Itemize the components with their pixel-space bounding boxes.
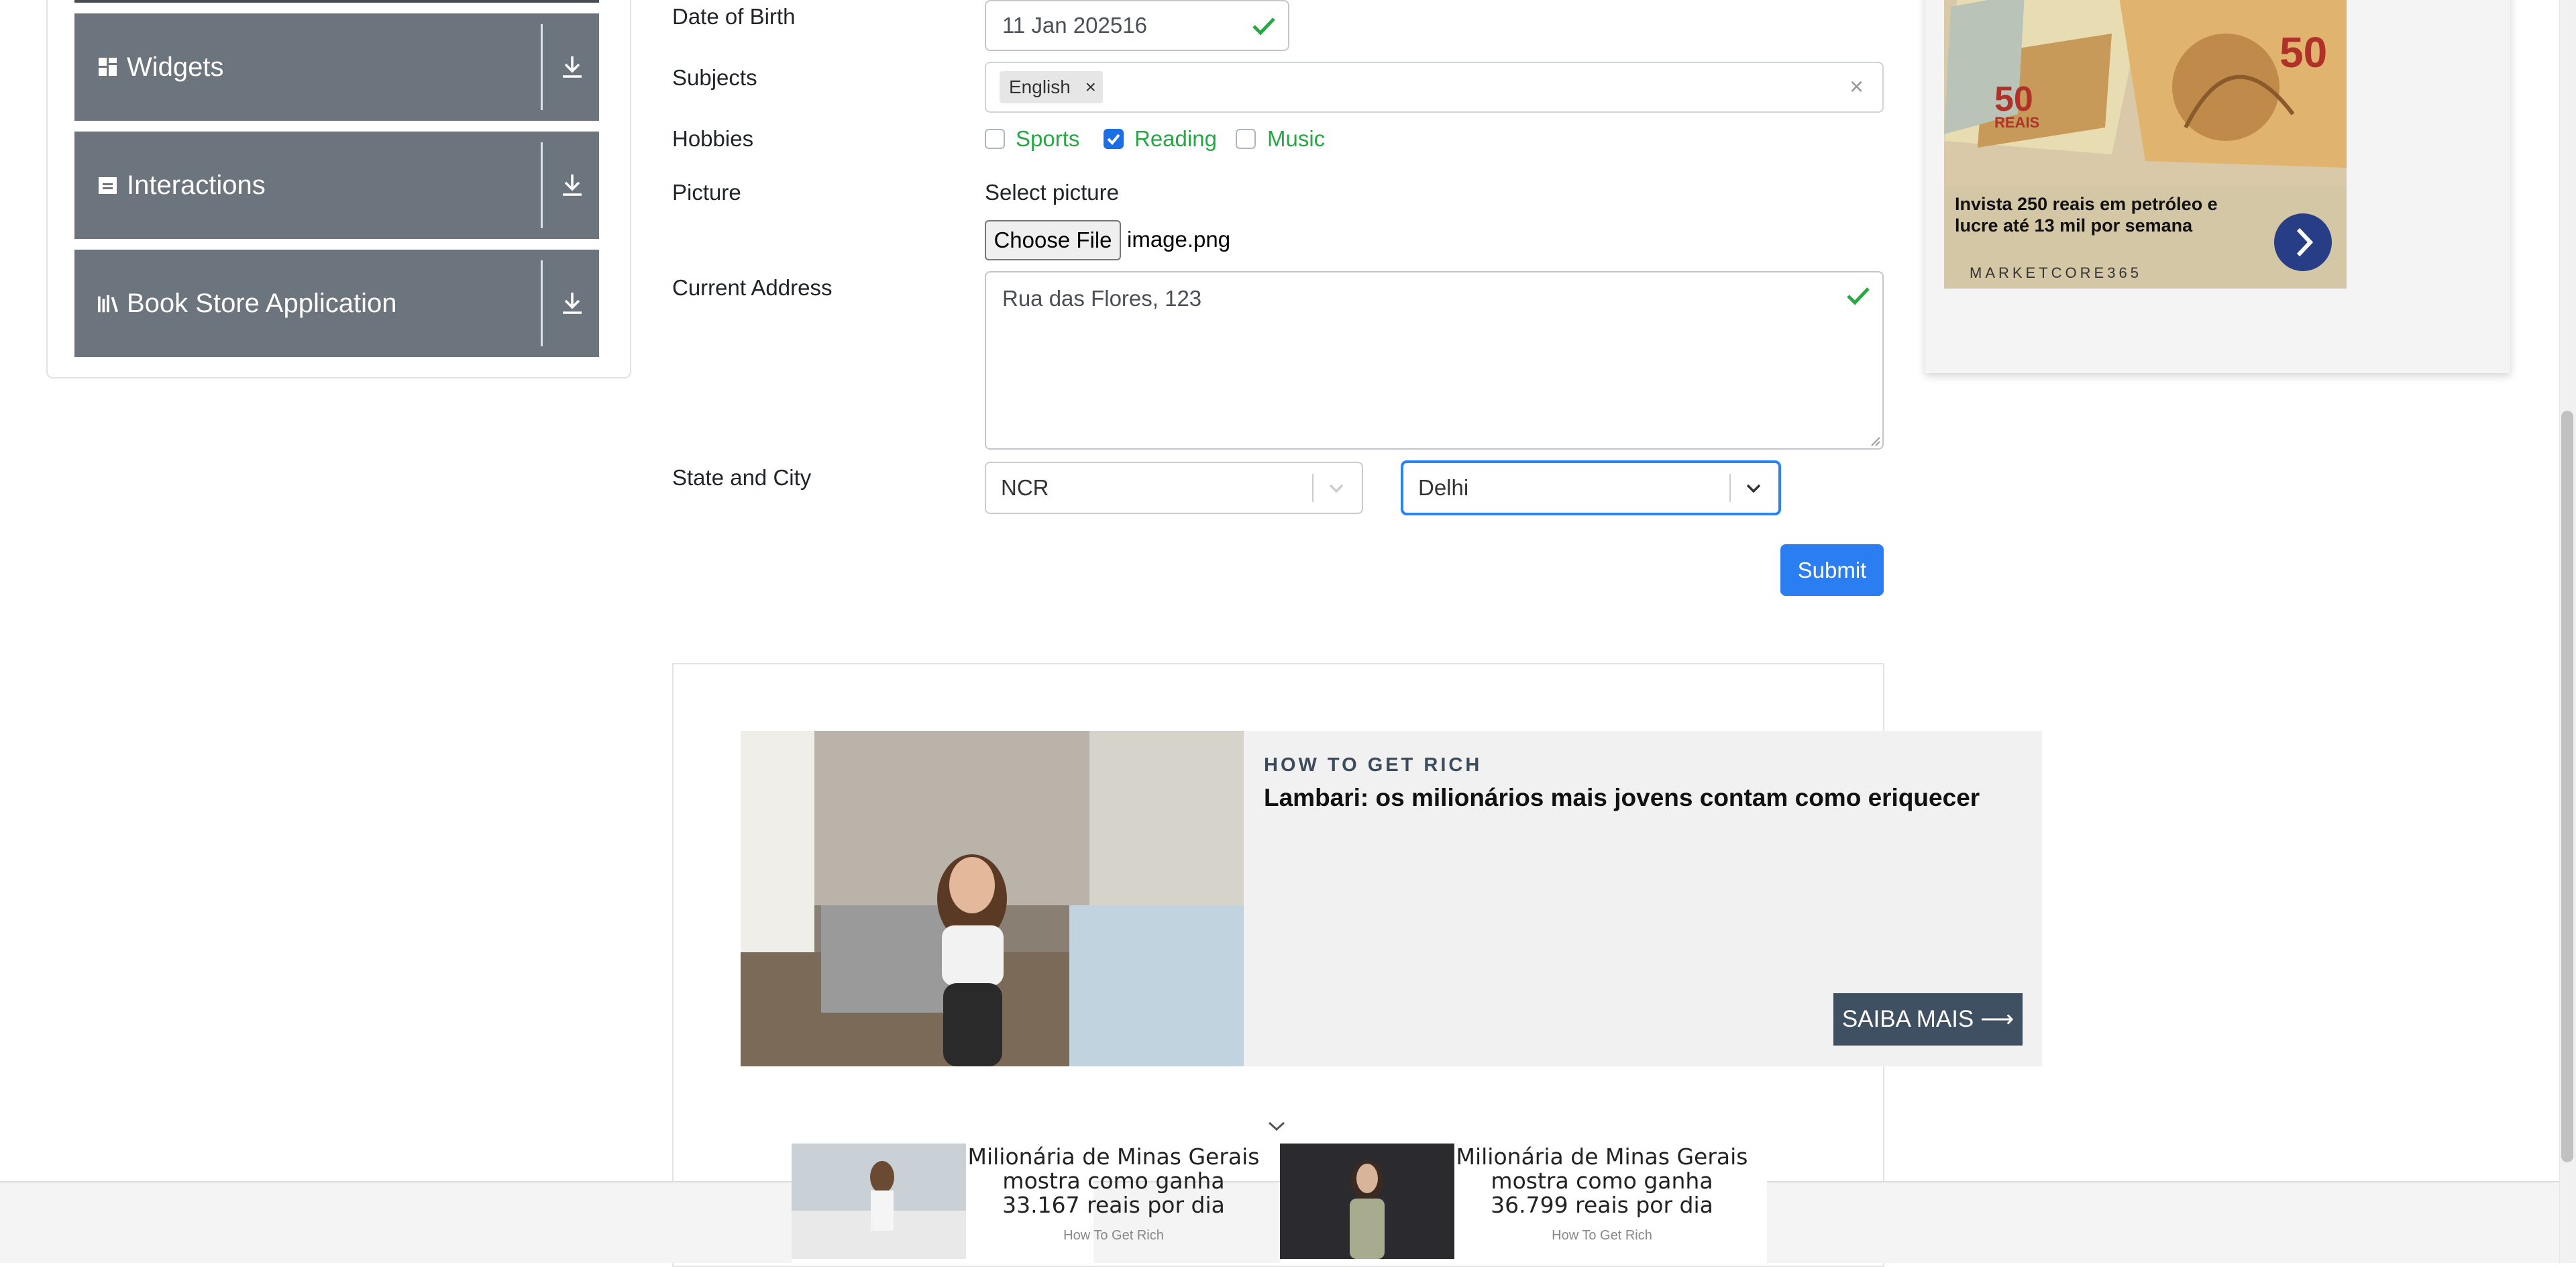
city-value: Delhi [1418,475,1469,500]
bottom-ad-source: How To Get Rich [1063,1228,1164,1243]
valid-check-icon [1252,17,1275,36]
subjects-input[interactable]: English × × [985,62,1884,113]
remove-tag-icon[interactable]: × [1079,77,1103,98]
sidebar-group-label: Interactions [127,170,266,200]
select-separator [1312,474,1313,502]
sidebar-group-label: Widgets [127,52,224,82]
music-checkbox[interactable] [1236,129,1256,149]
sports-checkbox[interactable] [985,129,1005,149]
main-ad-photo[interactable] [741,731,1244,1066]
download-arrow-icon[interactable] [560,290,584,317]
reading-checkbox[interactable] [1104,129,1124,149]
sidebar-group-book-store[interactable]: Book Store Application [74,250,599,357]
right-ad-next-button[interactable] [2274,213,2332,271]
chevron-down-icon[interactable] [1327,480,1346,495]
resize-handle-icon[interactable] [1868,434,1881,447]
sports-label[interactable]: Sports [1016,126,1079,152]
bottom-ad-source: How To Get Rich [1552,1228,1652,1243]
submit-button[interactable]: Submit [1780,544,1884,596]
banknote-currency: REAIS [1994,114,2039,131]
file-name: image.png [1127,227,1231,252]
divider [541,260,543,346]
interactions-icon [97,174,119,196]
divider [541,24,543,110]
dob-label: Date of Birth [672,4,796,29]
city-select[interactable]: Delhi [1401,461,1780,515]
state-value: NCR [1001,475,1049,500]
bottom-ad-text[interactable]: Milionária de Minas Gerais mostra como g… [966,1145,1261,1217]
sidebar-group-label: Book Store Application [127,288,397,318]
subject-tag: English × [1000,71,1103,103]
divider [541,142,543,228]
subjects-label: Subjects [672,65,757,90]
book-store-icon [97,293,119,314]
scrollbar-thumb[interactable] [2561,411,2573,1162]
dob-value: 11 Jan 202516 [1002,13,1147,38]
right-ad-headline[interactable]: Invista 250 reais em petróleo e lucre at… [1955,193,2237,236]
bottom-ad-thumbnail[interactable] [792,1144,966,1259]
saiba-mais-button[interactable]: SAIBA MAIS ⟶ [1833,993,2023,1046]
music-label[interactable]: Music [1267,126,1325,152]
subject-tag-label: English [1009,77,1071,97]
download-arrow-icon[interactable] [560,54,584,81]
state-select[interactable]: NCR [985,462,1363,514]
bottom-ad-thumbnail[interactable] [1280,1144,1454,1259]
picture-label: Picture [672,180,741,205]
current-address-textarea[interactable]: Rua das Flores, 123 [985,271,1884,450]
valid-check-icon [1847,287,1870,305]
chevron-right-icon [2296,227,2314,257]
address-value: Rua das Flores, 123 [1002,286,1202,311]
dob-input[interactable]: 11 Jan 202516 [985,0,1289,51]
select-separator [1729,474,1731,502]
collapse-chevron-icon[interactable] [1267,1119,1287,1133]
bottom-ad-text[interactable]: Milionária de Minas Gerais mostra como g… [1454,1145,1750,1217]
chevron-down-icon[interactable] [1744,480,1763,495]
widgets-grid-icon [97,56,119,78]
reading-label[interactable]: Reading [1134,126,1217,152]
checkmark-icon [1107,134,1120,145]
sidebar-group-interactions[interactable]: Interactions [74,132,599,239]
current-address-label: Current Address [672,275,833,300]
main-ad-kicker: HOW TO GET RICH [1264,754,1483,776]
banknote-value-left: 50 [1994,80,2033,119]
sidebar-group-previous-edge[interactable] [74,0,599,3]
right-ad-brand: MARKETCORE365 [1970,264,2142,281]
hobbies-label: Hobbies [672,126,754,151]
download-arrow-icon[interactable] [560,172,584,199]
banknote-value-right: 50 [2279,28,2327,77]
state-city-label: State and City [672,465,812,490]
main-ad-headline[interactable]: Lambari: os milionários mais jovens cont… [1264,784,2015,812]
sidebar-group-widgets[interactable]: Widgets [74,13,599,121]
choose-file-button[interactable]: Choose File [985,220,1121,260]
select-picture-label: Select picture [985,180,1119,205]
clear-icon[interactable]: × [1849,72,1864,101]
